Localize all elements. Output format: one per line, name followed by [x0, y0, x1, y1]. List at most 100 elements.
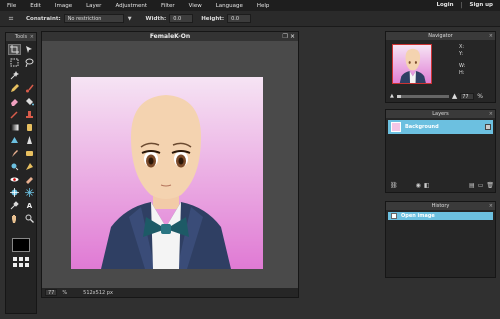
tools-title-label: Tools: [14, 34, 28, 40]
canvas-image[interactable]: [71, 77, 263, 269]
height-input[interactable]: 0.0: [227, 14, 252, 23]
close-icon[interactable]: ×: [489, 202, 493, 210]
stamp-tool-icon[interactable]: [23, 109, 36, 120]
width-label: Width:: [145, 15, 167, 22]
menu-layer[interactable]: Layer: [79, 3, 108, 9]
new-layer-icon[interactable]: ▭: [478, 182, 484, 189]
open-image-icon: [391, 213, 397, 219]
constraint-select[interactable]: No restriction: [63, 14, 124, 23]
folder-icon[interactable]: ▤: [469, 182, 475, 189]
smudge-tool-icon[interactable]: [8, 148, 21, 159]
move-tool-icon[interactable]: [23, 44, 36, 55]
layers-title-bar: Layers ×: [386, 110, 495, 118]
zoom-slider[interactable]: [396, 94, 449, 98]
link-layers-icon[interactable]: ⛓: [390, 182, 398, 189]
menu-adjustment[interactable]: Adjustment: [108, 3, 154, 9]
close-icon[interactable]: ×: [30, 33, 34, 41]
close-icon[interactable]: ×: [290, 33, 295, 40]
red-eye-tool-icon[interactable]: [8, 174, 21, 185]
y-label: Y:: [459, 51, 464, 57]
magic-wand-tool-icon[interactable]: [8, 70, 21, 81]
menu-bar: File Edit Image Layer Adjustment Filter …: [0, 0, 500, 11]
constraint-label: Constraint:: [26, 15, 61, 22]
color-palette-icon[interactable]: [13, 257, 31, 271]
close-icon[interactable]: ×: [489, 32, 493, 40]
zoom-percent-icon: %: [477, 92, 483, 100]
menu-language[interactable]: Language: [209, 3, 250, 9]
foreground-color-swatch[interactable]: [12, 238, 30, 252]
gradient-tool-icon[interactable]: [8, 122, 21, 133]
layers-toolbar: ⛓ ◉ ◧ ▤ ▭ 🗑: [390, 181, 494, 189]
layer-row[interactable]: Background: [388, 120, 493, 134]
clone-tool-icon[interactable]: [23, 122, 36, 133]
lasso-tool-icon[interactable]: [23, 57, 36, 68]
crop-tool-icon[interactable]: [8, 44, 21, 55]
zoom-tool-icon[interactable]: [23, 213, 36, 224]
layer-thumbnail: [391, 122, 401, 132]
document-status-bar: 77 % 512x512 px: [42, 288, 298, 297]
account-links: Login | Sign up: [429, 2, 500, 9]
menu-filter[interactable]: Filter: [154, 3, 182, 9]
history-row[interactable]: Open image: [388, 212, 493, 220]
sponge-tool-icon[interactable]: [23, 148, 36, 159]
color-picker-tool-icon[interactable]: [8, 200, 21, 211]
hand-tool-icon[interactable]: [8, 213, 21, 224]
history-item-label: Open image: [401, 213, 435, 219]
crop-icon: ⌗: [8, 13, 14, 23]
navigator-title: Navigator: [428, 33, 453, 39]
w-label: W:: [459, 63, 466, 69]
menu-file[interactable]: File: [0, 3, 23, 9]
color-replace-tool-icon[interactable]: [8, 109, 21, 120]
menu-help[interactable]: Help: [250, 3, 277, 9]
navigator-panel: Navigator × X: Y: W: H: ▲ ▲ 77 %: [385, 31, 496, 103]
zoom-input[interactable]: 77: [45, 289, 58, 296]
zoom-out-icon[interactable]: ▲: [390, 93, 394, 99]
width-input[interactable]: 0.0: [169, 14, 194, 23]
window-controls: ❐ ×: [282, 32, 295, 41]
blur-tool-icon[interactable]: [8, 135, 21, 146]
menu-edit[interactable]: Edit: [23, 3, 48, 9]
navigator-coords: X: Y: W: H:: [459, 44, 465, 77]
pinch-tool-icon[interactable]: [23, 187, 36, 198]
navigator-zoom-row: ▲ ▲ 77 %: [390, 92, 494, 100]
navigator-thumbnail[interactable]: [392, 44, 432, 84]
type-tool-icon[interactable]: A: [23, 200, 36, 211]
tool-grid: A: [6, 41, 36, 227]
layer-name: Background: [405, 124, 439, 130]
login-link[interactable]: Login: [429, 2, 460, 9]
dodge-tool-icon[interactable]: [8, 161, 21, 172]
history-panel: History × Open image: [385, 201, 496, 278]
zoom-unit: %: [62, 289, 68, 296]
sharpen-tool-icon[interactable]: [23, 135, 36, 146]
navigator-title-bar: Navigator ×: [386, 32, 495, 40]
spot-heal-tool-icon[interactable]: [23, 174, 36, 185]
marquee-tool-icon[interactable]: [8, 57, 21, 68]
layer-visibility-checkbox[interactable]: [485, 124, 491, 130]
menu-view[interactable]: View: [182, 3, 209, 9]
zoom-in-icon[interactable]: ▲: [452, 92, 457, 100]
navigator-zoom-input[interactable]: 77: [460, 92, 475, 100]
h-label: H:: [459, 70, 465, 76]
tools-panel-title: Tools ×: [6, 33, 36, 41]
menu-image[interactable]: Image: [48, 3, 79, 9]
close-icon[interactable]: ×: [489, 110, 493, 118]
burn-tool-icon[interactable]: [23, 161, 36, 172]
pencil-tool-icon[interactable]: [8, 83, 21, 94]
signup-link[interactable]: Sign up: [463, 2, 500, 9]
restore-icon[interactable]: ❐: [282, 33, 287, 40]
eraser-tool-icon[interactable]: [8, 96, 21, 107]
layer-style-icon[interactable]: ◉: [416, 182, 421, 189]
height-label: Height:: [201, 15, 225, 22]
trash-icon[interactable]: 🗑: [486, 182, 494, 189]
bloat-tool-icon[interactable]: [8, 187, 21, 198]
paint-bucket-tool-icon[interactable]: [23, 96, 36, 107]
layers-panel: Layers × Background ⛓ ◉ ◧ ▤ ▭ 🗑: [385, 109, 496, 193]
chevron-down-icon[interactable]: ▼: [128, 16, 132, 22]
layer-mask-icon[interactable]: ◧: [424, 182, 430, 189]
layers-title: Layers: [432, 111, 449, 117]
brush-tool-icon[interactable]: [23, 83, 36, 94]
x-label: X:: [459, 44, 465, 50]
canvas-area[interactable]: [42, 41, 298, 289]
zoom-slider-handle[interactable]: [396, 94, 401, 98]
